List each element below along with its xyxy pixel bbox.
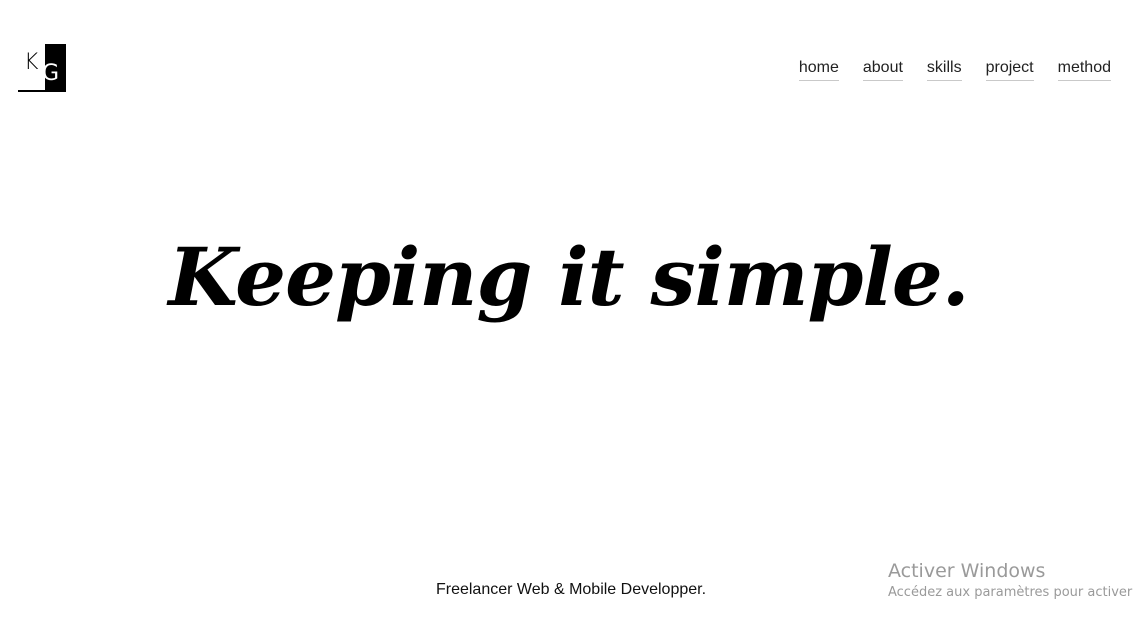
nav-item-about[interactable]: about <box>862 58 903 81</box>
watermark-title: Activer Windows <box>888 560 1046 582</box>
logo-letter-g: G <box>42 61 60 86</box>
nav-item-home[interactable]: home <box>798 58 839 81</box>
logo-underline <box>18 90 46 92</box>
watermark-subtitle: Accédez aux paramètres pour activer <box>888 585 1133 600</box>
main-nav: home about skills project method <box>798 58 1111 81</box>
logo[interactable]: K G <box>18 44 66 92</box>
nav-item-project[interactable]: project <box>985 58 1034 81</box>
page: K G home about skills project method Kee… <box>0 0 1137 625</box>
nav-item-method[interactable]: method <box>1057 58 1111 81</box>
logo-letter-k: K <box>24 50 39 75</box>
windows-activation-watermark: Activer Windows Accédez aux paramètres p… <box>888 559 1132 603</box>
hero-headline: Keeping it simple. <box>168 230 969 324</box>
hero-section: Keeping it simple. <box>0 222 1137 332</box>
nav-item-skills[interactable]: skills <box>926 58 962 81</box>
